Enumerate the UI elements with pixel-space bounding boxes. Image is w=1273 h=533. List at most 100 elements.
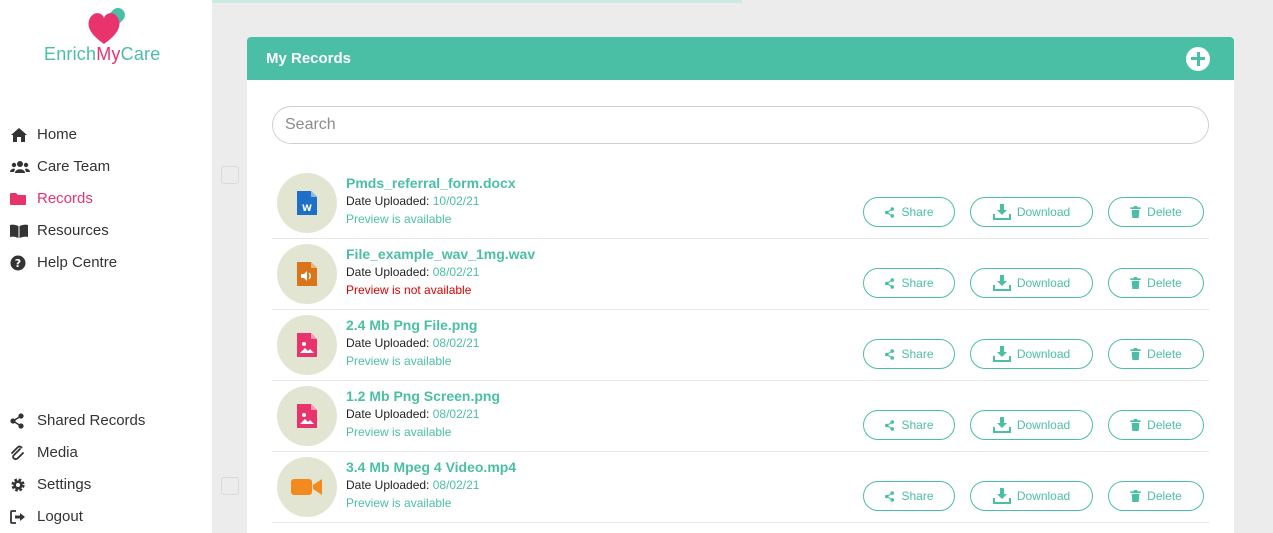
record-row: 3.4 Mb Mpeg 4 Video.mp4 Date Uploaded: 0… xyxy=(272,452,1209,523)
delete-button[interactable]: Delete xyxy=(1108,197,1204,227)
record-thumbnail[interactable] xyxy=(277,244,337,304)
download-button[interactable]: Download xyxy=(970,481,1093,511)
record-filename[interactable]: 3.4 Mb Mpeg 4 Video.mp4 xyxy=(346,459,516,475)
record-thumbnail[interactable] xyxy=(277,386,337,446)
panel-title: My Records xyxy=(266,50,352,67)
paperclip-icon xyxy=(10,445,32,461)
gear-icon xyxy=(10,477,32,493)
nav-media-label: Media xyxy=(37,444,78,461)
add-record-button[interactable] xyxy=(1186,46,1210,71)
record-row: 1.2 Mb Png Screen.png Date Uploaded: 08/… xyxy=(272,381,1209,452)
nav-records[interactable]: Records xyxy=(10,190,93,207)
preview-status: Preview is not available xyxy=(346,283,472,297)
book-icon xyxy=(10,224,32,238)
users-icon xyxy=(10,159,32,175)
nav-logout[interactable]: Logout xyxy=(10,508,83,525)
folder-icon xyxy=(10,192,32,206)
trash-icon xyxy=(1130,206,1141,218)
record-filename[interactable]: 2.4 Mb Png File.png xyxy=(346,317,477,333)
download-button[interactable]: Download xyxy=(970,197,1093,227)
record-thumbnail[interactable] xyxy=(277,315,337,375)
records-panel: My Records W Pmds_referral_form.docx Dat… xyxy=(247,37,1234,533)
preview-status: Preview is available xyxy=(346,496,452,510)
download-icon xyxy=(992,204,1011,220)
share-button[interactable]: Share xyxy=(863,339,955,369)
record-date: Date Uploaded: 08/02/21 xyxy=(346,336,480,350)
download-button[interactable]: Download xyxy=(970,410,1093,440)
record-filename[interactable]: Pmds_referral_form.docx xyxy=(346,175,516,191)
delete-button[interactable]: Delete xyxy=(1108,481,1204,511)
share-icon xyxy=(10,412,32,429)
share-icon xyxy=(885,277,895,289)
download-icon xyxy=(992,346,1011,362)
sidebar: EnrichMyCare Home Care Team Records Reso… xyxy=(0,0,212,533)
share-icon xyxy=(885,490,895,502)
audio-file-icon xyxy=(297,262,317,286)
delete-button[interactable]: Delete xyxy=(1108,410,1204,440)
top-progress-line xyxy=(212,0,742,3)
home-icon xyxy=(10,127,32,143)
download-icon xyxy=(992,488,1011,504)
panel-header: My Records xyxy=(247,37,1234,80)
trash-icon xyxy=(1130,348,1141,360)
record-row: W Pmds_referral_form.docx Date Uploaded:… xyxy=(272,168,1209,239)
heart-pill-icon xyxy=(88,8,125,44)
delete-button[interactable]: Delete xyxy=(1108,339,1204,369)
video-camera-icon xyxy=(291,479,322,495)
delete-button[interactable]: Delete xyxy=(1108,268,1204,298)
share-icon xyxy=(885,348,895,360)
download-button[interactable]: Download xyxy=(970,268,1093,298)
share-button[interactable]: Share xyxy=(863,481,955,511)
nav-care-team[interactable]: Care Team xyxy=(10,158,110,175)
preview-status: Preview is available xyxy=(346,212,452,226)
nav-shared-records[interactable]: Shared Records xyxy=(10,412,145,429)
word-file-icon: W xyxy=(297,191,317,215)
records-list: W Pmds_referral_form.docx Date Uploaded:… xyxy=(272,168,1209,523)
nav-records-label: Records xyxy=(37,190,93,207)
share-button[interactable]: Share xyxy=(863,268,955,298)
record-date: Date Uploaded: 08/02/21 xyxy=(346,265,480,279)
share-button[interactable]: Share xyxy=(863,197,955,227)
share-icon xyxy=(885,419,895,431)
trash-icon xyxy=(1130,277,1141,289)
trash-icon xyxy=(1130,419,1141,431)
record-date: Date Uploaded: 08/02/21 xyxy=(346,407,480,421)
record-thumbnail[interactable] xyxy=(277,457,337,517)
brand-name: EnrichMyCare xyxy=(44,44,161,64)
nav-settings[interactable]: Settings xyxy=(10,476,91,493)
background-checkbox xyxy=(221,477,239,495)
nav-logout-label: Logout xyxy=(37,508,83,525)
nav-shared-records-label: Shared Records xyxy=(37,412,146,429)
record-row: File_example_wav_1mg.wav Date Uploaded: … xyxy=(272,239,1209,310)
svg-text:?: ? xyxy=(15,257,21,270)
preview-status: Preview is available xyxy=(346,354,452,368)
brand-logo[interactable]: EnrichMyCare xyxy=(44,4,174,66)
search-input[interactable] xyxy=(272,106,1209,144)
record-filename[interactable]: File_example_wav_1mg.wav xyxy=(346,246,535,262)
svg-text:W: W xyxy=(302,204,312,214)
preview-status: Preview is available xyxy=(346,425,452,439)
download-button[interactable]: Download xyxy=(970,339,1093,369)
nav-care-team-label: Care Team xyxy=(37,158,111,175)
download-icon xyxy=(992,275,1011,291)
record-thumbnail[interactable]: W xyxy=(277,173,337,233)
record-date: Date Uploaded: 10/02/21 xyxy=(346,194,480,208)
nav-resources[interactable]: Resources xyxy=(10,222,109,239)
record-filename[interactable]: 1.2 Mb Png Screen.png xyxy=(346,388,500,404)
trash-icon xyxy=(1130,490,1141,502)
nav-media[interactable]: Media xyxy=(10,444,78,461)
nav-resources-label: Resources xyxy=(37,222,109,239)
background-checkbox xyxy=(221,166,239,184)
record-row: 2.4 Mb Png File.png Date Uploaded: 08/02… xyxy=(272,310,1209,381)
share-button[interactable]: Share xyxy=(863,410,955,440)
nav-help-centre[interactable]: ? Help Centre xyxy=(10,254,117,271)
share-icon xyxy=(885,206,895,218)
nav-home[interactable]: Home xyxy=(10,126,77,143)
question-icon: ? xyxy=(10,255,32,271)
image-file-icon xyxy=(297,333,317,357)
record-date: Date Uploaded: 08/02/21 xyxy=(346,478,480,492)
image-file-icon xyxy=(297,404,317,428)
nav-home-label: Home xyxy=(37,126,78,143)
download-icon xyxy=(992,417,1011,433)
logout-icon xyxy=(10,509,32,524)
